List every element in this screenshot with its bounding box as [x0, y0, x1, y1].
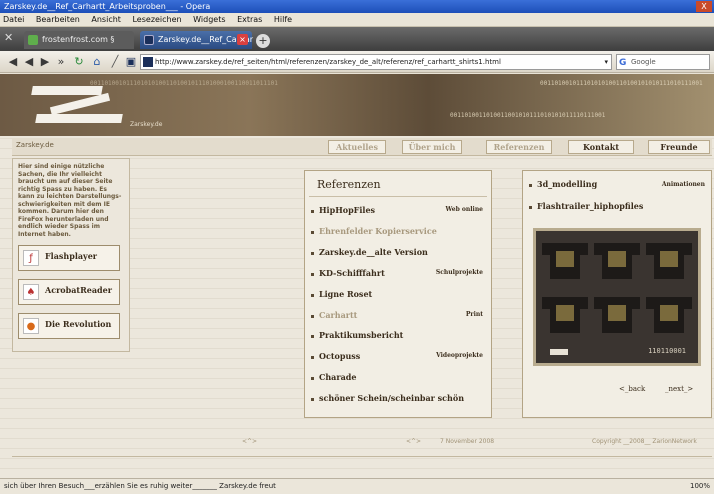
menu-datei[interactable]: Datei	[3, 15, 24, 24]
menu-extras[interactable]: Extras	[237, 15, 262, 24]
window-title: Zarskey.de__Ref_Carhartt_Arbeitsproben__…	[4, 2, 211, 11]
nav-aktuelles[interactable]: Aktuelles	[328, 140, 386, 154]
menu-bar: Datei Bearbeiten Ansicht Lesezeichen Wid…	[0, 13, 714, 27]
fast-forward-icon[interactable]: »	[54, 55, 68, 69]
url-text: http://www.zarskey.de/ref_seiten/html/re…	[155, 58, 501, 66]
menu-lesezeichen[interactable]: Lesezeichen	[132, 15, 181, 24]
footer-copyright: Copyright __2008__ ZarionNetwork	[592, 438, 697, 445]
zoom-level[interactable]: 100%	[690, 479, 710, 494]
flashplayer-button[interactable]: ƒ Flashplayer	[18, 245, 120, 271]
category-tag: Animationen	[661, 181, 705, 188]
menu-widgets[interactable]: Widgets	[193, 15, 225, 24]
reload-icon[interactable]: ↻	[72, 55, 86, 69]
back-icon[interactable]: ◀	[6, 55, 20, 69]
list-item[interactable]: KD-Schifffahrt Schulprojekte	[311, 268, 489, 282]
url-dropdown-icon[interactable]: ▾	[604, 55, 608, 69]
list-item[interactable]: Flashtrailer_hiphopfiles	[529, 201, 643, 211]
site-banner: 0011010010111010101001101001011101000100…	[0, 74, 714, 136]
new-tab-button[interactable]: +	[256, 34, 270, 48]
banner-brand: Zarskey.de	[130, 121, 163, 128]
search-input[interactable]: G Google	[616, 54, 710, 70]
photo-logo	[550, 349, 568, 355]
url-input[interactable]: http://www.zarskey.de/ref_seiten/html/re…	[140, 54, 612, 70]
footer-date: 7 November 2008	[440, 438, 495, 445]
close-tab-icon[interactable]: ×	[237, 34, 248, 45]
tab-label: frostenfrost.com §	[42, 35, 115, 44]
forward-icon[interactable]: ▶	[38, 55, 52, 69]
firefox-button[interactable]: ● Die Revolution	[18, 313, 120, 339]
tab-favicon-icon	[28, 35, 38, 45]
site-name: Zarskey.de	[16, 141, 54, 149]
photo-code: 110110001	[648, 347, 686, 355]
tab-zarskey[interactable]: Zarskey.de__Ref_Carhar ×	[140, 31, 253, 49]
firefox-icon: ●	[23, 318, 39, 334]
status-text: sich über Ihren Besuch___erzählen Sie es…	[4, 482, 276, 490]
button-label: Die Revolution	[45, 319, 112, 329]
address-toolbar: ◀ ◀ ▶ » ↻ ⌂ ╱ ▣ http://www.zarskey.de/re…	[0, 51, 714, 73]
nav-referenzen[interactable]: Referenzen	[486, 140, 552, 154]
nav-kontakt[interactable]: Kontakt	[568, 140, 634, 154]
tab-favicon-icon	[144, 35, 154, 45]
carhartt-shirts-image: 110110001	[533, 228, 701, 366]
site-favicon-icon	[143, 57, 153, 67]
search-placeholder: Google	[631, 58, 656, 66]
nav-freunde[interactable]: Freunde	[648, 140, 710, 154]
home-icon[interactable]: ⌂	[90, 55, 104, 69]
rewind-icon[interactable]: ◀	[22, 55, 36, 69]
menu-hilfe[interactable]: Hilfe	[274, 15, 292, 24]
list-item[interactable]: Praktikumsbericht	[311, 330, 489, 344]
button-label: Flashplayer	[45, 251, 97, 261]
acrobatreader-button[interactable]: ♠ AcrobatReader	[18, 279, 120, 305]
intro-text: Hier sind einige nützliche Sachen, die I…	[18, 163, 122, 238]
list-item[interactable]: Carhartt Print	[311, 310, 489, 324]
list-item[interactable]: Ehrenfelder Kopierservice	[311, 226, 489, 240]
close-window-button[interactable]: X	[696, 1, 712, 12]
page-icon: ▣	[125, 55, 137, 68]
back-link[interactable]: <_back	[619, 385, 645, 393]
referenzen-panel: Referenzen HipHopFiles Web online Ehrenfe…	[304, 170, 492, 418]
site-logo[interactable]	[31, 86, 123, 124]
nav-ueber-mich[interactable]: Über mich	[402, 140, 462, 154]
next-link[interactable]: _next_>	[665, 385, 693, 393]
binary-decoration: 0011010011010011001010111010101011110111…	[450, 112, 606, 119]
wand-icon[interactable]: ╱	[108, 55, 122, 69]
button-label: AcrobatReader	[45, 285, 112, 295]
google-icon: G	[619, 58, 627, 68]
binary-decoration: 0011010010111010101001101001010101110101…	[540, 80, 703, 87]
list-item[interactable]: Zarskey.de__alte Version	[311, 247, 489, 261]
tools-icon[interactable]: ✕	[4, 32, 16, 44]
panel-title: Referenzen	[309, 171, 487, 197]
animation-panel: 3d_modelling Animationen Flashtrailer_hi…	[522, 170, 712, 418]
acrobat-icon: ♠	[23, 284, 39, 300]
window-titlebar: Zarskey.de__Ref_Carhartt_Arbeitsproben__…	[0, 0, 714, 13]
flash-icon: ƒ	[23, 250, 39, 266]
page-footer: <^> <^> 7 November 2008 Copyright __2008…	[12, 436, 712, 448]
menu-bearbeiten[interactable]: Bearbeiten	[36, 15, 80, 24]
tab-bar: ✕ frostenfrost.com § Zarskey.de__Ref_Car…	[0, 27, 714, 51]
footer-divider	[12, 456, 712, 457]
footer-arrow[interactable]: <^>	[242, 438, 257, 445]
left-sidebar: Hier sind einige nützliche Sachen, die I…	[12, 158, 130, 352]
list-item[interactable]: schöner Schein/scheinbar schön	[311, 393, 489, 407]
footer-arrow[interactable]: <^>	[406, 438, 421, 445]
list-item[interactable]: 3d_modelling	[529, 179, 597, 189]
list-item[interactable]: Octopuss Videoprojekte	[311, 351, 489, 365]
list-item[interactable]: Charade	[311, 372, 489, 386]
status-bar: sich über Ihren Besuch___erzählen Sie es…	[0, 478, 714, 494]
menu-ansicht[interactable]: Ansicht	[91, 15, 121, 24]
site-navbar: Zarskey.de Aktuelles Über mich Referenze…	[12, 138, 712, 156]
tab-frostenfrost[interactable]: frostenfrost.com §	[24, 31, 134, 49]
web-page: 0011010010111010101001101001011101000100…	[0, 74, 714, 478]
list-item[interactable]: HipHopFiles Web online	[311, 205, 489, 219]
list-item[interactable]: Ligne Roset	[311, 289, 489, 303]
